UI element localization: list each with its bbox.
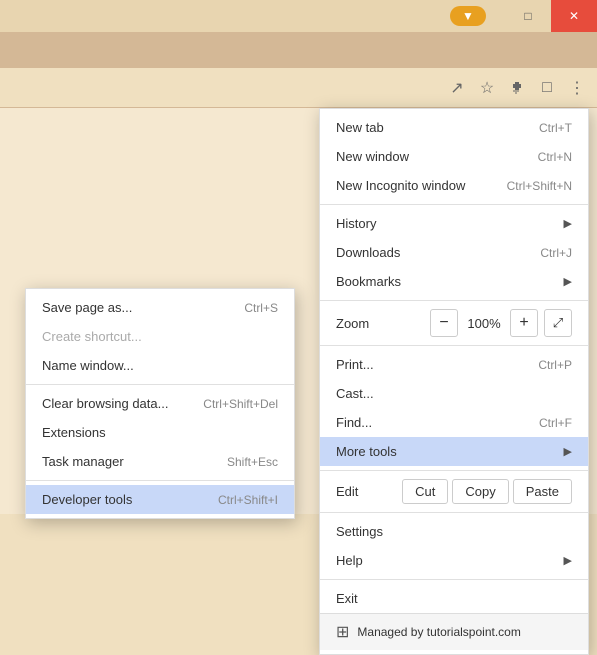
- main-menu: New tab Ctrl+T New window Ctrl+N New Inc…: [319, 108, 589, 655]
- sep-f: [320, 579, 588, 580]
- extensions-item[interactable]: Extensions: [26, 418, 294, 447]
- settings-item[interactable]: Settings: [320, 517, 588, 546]
- help-item[interactable]: Help ▶: [320, 546, 588, 575]
- zoom-row: Zoom − 100% + ⤢: [320, 305, 588, 341]
- bookmarks-item[interactable]: Bookmarks ▶: [320, 267, 588, 296]
- new-window-item[interactable]: New window Ctrl+N: [320, 142, 588, 171]
- sep-e: [320, 512, 588, 513]
- zoom-out-button[interactable]: −: [430, 309, 458, 337]
- zoom-controls: − 100% + ⤢: [430, 309, 572, 337]
- create-shortcut-item[interactable]: Create shortcut...: [26, 322, 294, 351]
- downloads-item[interactable]: Downloads Ctrl+J: [320, 238, 588, 267]
- extensions-icon[interactable]: [505, 76, 529, 100]
- print-item[interactable]: Print... Ctrl+P: [320, 350, 588, 379]
- cut-button[interactable]: Cut: [402, 479, 448, 504]
- close-button[interactable]: ✕: [551, 0, 597, 32]
- more-tools-submenu: Save page as... Ctrl+S Create shortcut..…: [25, 288, 295, 519]
- window-controls: ▼ – □ ✕: [459, 0, 597, 32]
- separator-2: [26, 480, 294, 481]
- managed-text: Managed by tutorialspoint.com: [357, 625, 520, 639]
- sep-a: [320, 204, 588, 205]
- fullscreen-button[interactable]: ⤢: [544, 309, 572, 337]
- managed-bar: ⊞ Managed by tutorialspoint.com: [320, 613, 588, 650]
- separator-1: [26, 384, 294, 385]
- find-item[interactable]: Find... Ctrl+F: [320, 408, 588, 437]
- main-area: Save page as... Ctrl+S Create shortcut..…: [0, 108, 597, 514]
- save-page-as-item[interactable]: Save page as... Ctrl+S: [26, 293, 294, 322]
- history-item[interactable]: History ▶: [320, 209, 588, 238]
- exit-item[interactable]: Exit: [320, 584, 588, 613]
- title-bar: ▼ – □ ✕: [0, 0, 597, 32]
- managed-icon: ⊞: [336, 622, 349, 642]
- share-icon[interactable]: ↗: [445, 76, 469, 100]
- sep-d: [320, 470, 588, 471]
- edit-row: Edit Cut Copy Paste: [320, 475, 588, 508]
- copy-button[interactable]: Copy: [452, 479, 508, 504]
- clear-browsing-data-item[interactable]: Clear browsing data... Ctrl+Shift+Del: [26, 389, 294, 418]
- more-tools-item[interactable]: More tools ▶: [320, 437, 588, 466]
- toolbar: ↗ ☆ □ ⋮: [0, 68, 597, 108]
- paste-button[interactable]: Paste: [513, 479, 572, 504]
- sep-c: [320, 345, 588, 346]
- edit-buttons: Cut Copy Paste: [402, 479, 572, 504]
- maximize-button[interactable]: □: [505, 0, 551, 32]
- tab-bar: [0, 32, 597, 68]
- new-tab-item[interactable]: New tab Ctrl+T: [320, 113, 588, 142]
- new-incognito-item[interactable]: New Incognito window Ctrl+Shift+N: [320, 171, 588, 200]
- name-window-item[interactable]: Name window...: [26, 351, 294, 380]
- task-manager-item[interactable]: Task manager Shift+Esc: [26, 447, 294, 476]
- developer-tools-item[interactable]: Developer tools Ctrl+Shift+I: [26, 485, 294, 514]
- tab-dropdown-icon[interactable]: ▼: [450, 6, 486, 26]
- menu-icon[interactable]: ⋮: [565, 76, 589, 100]
- cast-item[interactable]: Cast...: [320, 379, 588, 408]
- sep-b: [320, 300, 588, 301]
- bookmark-icon[interactable]: ☆: [475, 76, 499, 100]
- zoom-in-button[interactable]: +: [510, 309, 538, 337]
- tab-search-icon[interactable]: □: [535, 76, 559, 100]
